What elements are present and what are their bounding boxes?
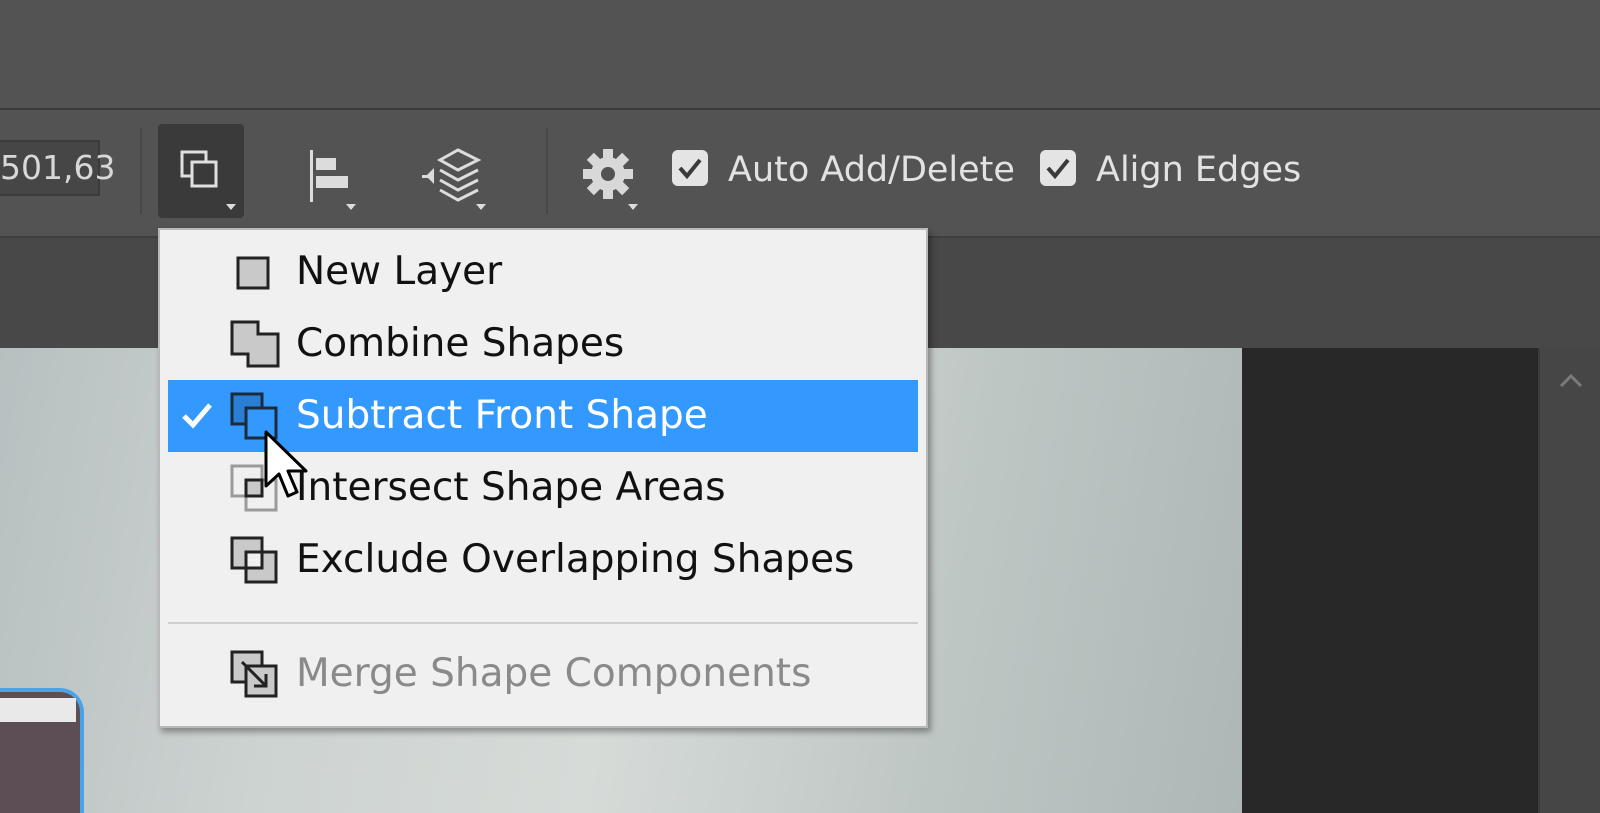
new-layer-icon xyxy=(236,256,270,290)
chevron-down-icon xyxy=(226,204,236,210)
auto-add-delete-label: Auto Add/Delete xyxy=(728,150,1015,190)
align-edges-label: Align Edges xyxy=(1096,150,1302,190)
gear-icon xyxy=(583,149,633,199)
checkmark-icon xyxy=(1046,158,1070,180)
chevron-up-icon[interactable] xyxy=(1558,370,1584,392)
options-bar: 501,63 Auto Add/Delete Align Edges xyxy=(0,110,1600,238)
menu-item-new-layer[interactable]: New Layer xyxy=(168,236,918,308)
application-title-area xyxy=(0,0,1600,110)
chevron-down-icon xyxy=(476,204,486,210)
merge-shape-components-icon xyxy=(230,650,278,698)
checkmark-icon xyxy=(678,158,702,180)
coordinate-field[interactable]: 501,63 xyxy=(0,140,115,196)
settings-button[interactable] xyxy=(568,124,654,218)
menu-item-label: Intersect Shape Areas xyxy=(296,465,726,510)
path-arrangement-button[interactable] xyxy=(412,124,498,218)
exclude-overlapping-shapes-icon xyxy=(230,536,278,584)
combine-shapes-icon xyxy=(230,320,280,368)
path-alignment-icon xyxy=(310,150,348,202)
path-operations-button[interactable] xyxy=(158,124,244,218)
separator xyxy=(546,128,548,214)
separator xyxy=(140,128,142,214)
mouse-cursor-icon xyxy=(264,430,308,498)
menu-item-label: Merge Shape Components xyxy=(296,651,812,696)
menu-item-label: Combine Shapes xyxy=(296,321,625,366)
menu-item-exclude-overlapping-shapes[interactable]: Exclude Overlapping Shapes xyxy=(168,524,918,596)
chevron-down-icon xyxy=(346,204,356,210)
checkmark-icon xyxy=(182,403,212,429)
pasteboard xyxy=(1242,348,1538,813)
menu-item-merge-shape-components[interactable]: Merge Shape Components xyxy=(168,638,918,710)
menu-item-label: Exclude Overlapping Shapes xyxy=(296,537,855,582)
path-alignment-button[interactable] xyxy=(292,124,378,218)
menu-item-label: New Layer xyxy=(296,249,503,294)
menu-separator xyxy=(168,622,918,624)
vertical-scrollbar[interactable] xyxy=(1538,348,1600,813)
menu-item-label: Subtract Front Shape xyxy=(296,393,708,438)
chevron-down-icon xyxy=(628,204,638,210)
auto-add-delete-checkbox[interactable] xyxy=(672,150,708,186)
canvas-photo-detail xyxy=(0,698,76,722)
menu-item-combine-shapes[interactable]: Combine Shapes xyxy=(168,308,918,380)
align-edges-checkbox[interactable] xyxy=(1040,150,1076,186)
